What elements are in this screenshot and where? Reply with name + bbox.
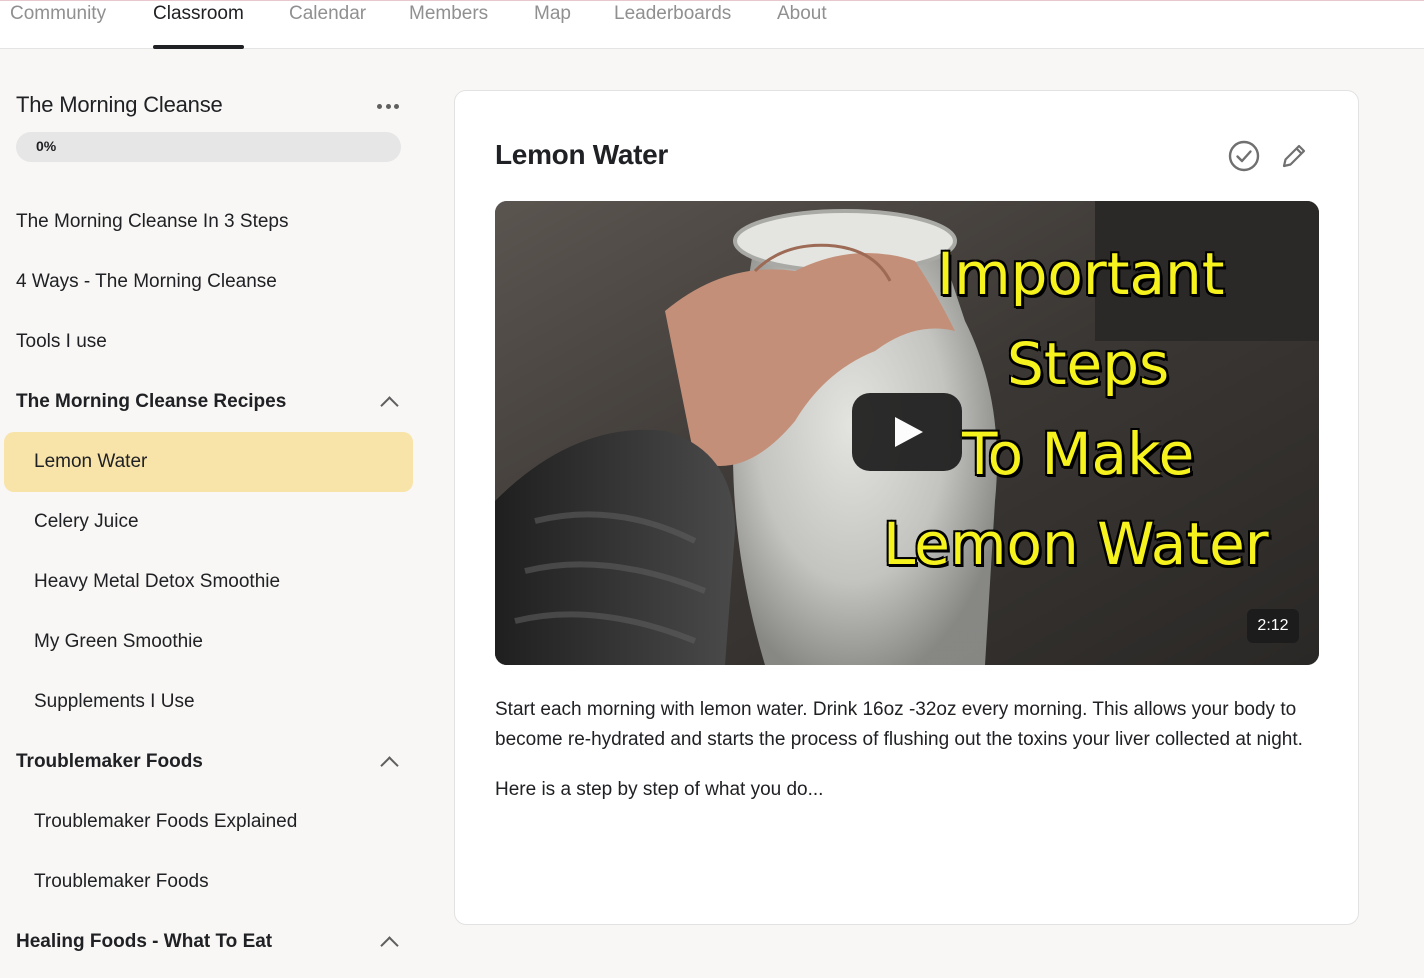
- sidebar-item-label: Heavy Metal Detox Smoothie: [34, 571, 281, 592]
- tab-map[interactable]: Map: [534, 3, 571, 49]
- sidebar-item-heavy-metal-detox[interactable]: Heavy Metal Detox Smoothie: [4, 552, 413, 612]
- course-progress-bar: 0%: [16, 132, 401, 162]
- sidebar-item-green-smoothie[interactable]: My Green Smoothie: [4, 612, 413, 672]
- sidebar-item-lemon-water[interactable]: Lemon Water: [4, 432, 413, 492]
- sidebar-item-label: Troublemaker Foods: [34, 871, 209, 892]
- progress-label: 0%: [36, 138, 57, 154]
- top-nav: Community Classroom Calendar Members Map…: [0, 0, 1424, 49]
- sidebar-item-label: 4 Ways - The Morning Cleanse: [16, 271, 277, 292]
- section-label: Troublemaker Foods: [16, 751, 203, 772]
- sidebar-item-label: Tools I use: [16, 331, 107, 352]
- sidebar-item-troublemaker-foods[interactable]: Troublemaker Foods: [4, 852, 413, 912]
- lesson-paragraph: Start each morning with lemon water. Dri…: [495, 699, 1303, 750]
- check-circle-icon[interactable]: [1227, 139, 1261, 173]
- sidebar-item-label: My Green Smoothie: [34, 631, 203, 652]
- sidebar-item-label: Troublemaker Foods Explained: [34, 811, 298, 832]
- lesson-paragraph: Here is a step by step of what you do...: [495, 779, 824, 800]
- sidebar-item-supplements[interactable]: Supplements I Use: [4, 672, 413, 732]
- lesson-title: Lemon Water: [495, 139, 669, 170]
- play-button[interactable]: [852, 393, 962, 471]
- sidebar-section-healing-foods[interactable]: Healing Foods - What To Eat: [16, 912, 406, 972]
- chevron-up-icon[interactable]: [380, 395, 399, 415]
- sidebar-item-morning-cleanse-3-steps[interactable]: The Morning Cleanse In 3 Steps: [16, 192, 416, 252]
- tab-members[interactable]: Members: [409, 3, 488, 49]
- thumbnail-text-line: Important: [937, 240, 1225, 308]
- more-options-icon[interactable]: [374, 96, 402, 116]
- chevron-up-icon[interactable]: [380, 755, 399, 775]
- lesson-card: Lemon Water Important Steps To Make Lemo…: [454, 90, 1359, 925]
- section-label: Healing Foods - What To Eat: [16, 931, 273, 952]
- lesson-body: Start each morning with lemon water. Dri…: [495, 695, 1321, 825]
- tab-calendar[interactable]: Calendar: [289, 3, 366, 49]
- play-icon: [895, 417, 923, 447]
- pencil-icon[interactable]: [1277, 139, 1311, 173]
- sidebar-section-troublemaker[interactable]: Troublemaker Foods: [16, 732, 406, 792]
- chevron-up-icon[interactable]: [380, 935, 399, 955]
- sidebar-item-4-ways[interactable]: 4 Ways - The Morning Cleanse: [16, 252, 416, 312]
- sidebar-item-label: The Morning Cleanse In 3 Steps: [16, 211, 289, 232]
- video-player[interactable]: Important Steps To Make Lemon Water 2:12: [495, 201, 1319, 665]
- tab-about[interactable]: About: [777, 3, 827, 49]
- thumbnail-text-line: Lemon Water: [883, 510, 1269, 578]
- tab-community[interactable]: Community: [10, 3, 106, 49]
- sidebar-section-recipes[interactable]: The Morning Cleanse Recipes: [16, 372, 406, 432]
- sidebar-item-troublemaker-explained[interactable]: Troublemaker Foods Explained: [4, 792, 413, 852]
- thumbnail-text-line: To Make: [962, 420, 1195, 488]
- section-label: The Morning Cleanse Recipes: [16, 391, 287, 412]
- thumbnail-text-line: Steps: [1007, 330, 1170, 398]
- sidebar-item-label: Lemon Water: [34, 451, 148, 472]
- course-title: The Morning Cleanse: [16, 92, 223, 117]
- sidebar-item-celery-juice[interactable]: Celery Juice: [4, 492, 413, 552]
- sidebar-item-label: Supplements I Use: [34, 691, 195, 712]
- video-duration: 2:12: [1247, 609, 1299, 643]
- sidebar-item-label: Celery Juice: [34, 511, 139, 532]
- sidebar-item-tools[interactable]: Tools I use: [16, 312, 416, 372]
- tab-leaderboards[interactable]: Leaderboards: [614, 3, 731, 49]
- tab-classroom[interactable]: Classroom: [153, 3, 244, 49]
